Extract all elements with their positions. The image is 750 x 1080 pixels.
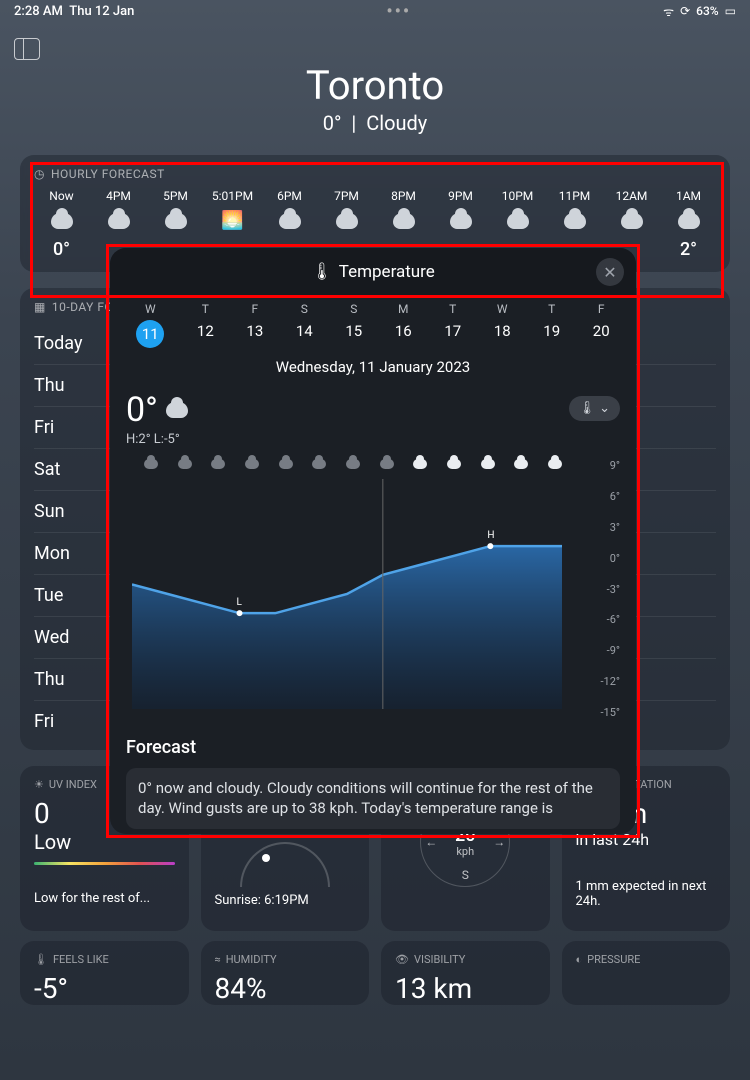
date-option[interactable]: F20 (593, 302, 610, 348)
cloud-icon (548, 459, 562, 469)
humidity-card[interactable]: ≈HUMIDITY84% (201, 941, 370, 1005)
cloud-icon (166, 402, 188, 418)
cloud-icon (678, 213, 700, 229)
orientation-lock-icon: ⟳ (680, 4, 690, 18)
sun-arc (240, 842, 330, 887)
cloud-icon (393, 213, 415, 229)
selected-date: Wednesday, 11 January 2023 (110, 354, 636, 384)
stats-row-2: 🌡FEELS LIKE-5° ≈HUMIDITY84% 👁VISIBILITY1… (20, 941, 730, 1005)
wifi-icon: ᯤ (663, 3, 674, 20)
date-selector[interactable]: W11 T12 F13 S14 S15 M16 T17 W18 T19 F20 (110, 296, 636, 354)
date-option[interactable]: T17 (444, 302, 461, 348)
location-header: Toronto 0° | Cloudy (0, 62, 750, 135)
close-button[interactable]: ✕ (596, 258, 624, 286)
cloud-icon (211, 459, 225, 469)
temperature-chart[interactable]: 9°6°3°0°-3°-6°-9°-12°-15° H L (126, 459, 620, 719)
cloud-icon (380, 459, 394, 469)
cloud-icon (144, 459, 158, 469)
visibility-card[interactable]: 👁VISIBILITY13 km (381, 941, 550, 1005)
battery-percent: 63% (696, 4, 718, 18)
cloud-icon (279, 459, 293, 469)
cloud-icon (514, 459, 528, 469)
forecast-text: 0° now and cloudy. Cloudy conditions wil… (126, 768, 620, 829)
city-name: Toronto (0, 62, 750, 109)
date-option[interactable]: F13 (246, 302, 263, 348)
cloud-icon (450, 213, 472, 229)
date-option[interactable]: S14 (296, 302, 313, 348)
cloud-icon (413, 459, 427, 469)
svg-text:H: H (487, 530, 494, 541)
status-time: 2:28 AM (14, 4, 63, 19)
clock-icon: ◷ (34, 167, 45, 181)
temperature-detail-modal: 🌡 Temperature ✕ W11 T12 F13 S14 S15 M16 T17 W18… (110, 248, 636, 834)
sun-icon: ☀ (34, 778, 44, 791)
cloud-icon (481, 459, 495, 469)
date-option[interactable]: T19 (543, 302, 560, 348)
cloud-icon (507, 213, 529, 229)
date-option[interactable]: M16 (395, 302, 412, 348)
multitask-icon[interactable]: ••• (386, 7, 411, 16)
cloud-icon (312, 459, 326, 469)
high-low: H:2° L:-5° (126, 432, 620, 447)
feels-like-card[interactable]: 🌡FEELS LIKE-5° (20, 941, 189, 1005)
current-temp: 0° (126, 390, 158, 430)
pressure-card[interactable]: ◐PRESSURE (562, 941, 731, 1005)
battery-icon: ▭ (725, 4, 736, 18)
cloud-icon (108, 213, 130, 229)
modal-header: 🌡 Temperature ✕ (110, 248, 636, 296)
date-option[interactable]: W18 (494, 302, 511, 348)
forecast-heading: Forecast (126, 737, 620, 758)
cloud-icon (447, 459, 461, 469)
status-date: Thu 12 Jan (69, 4, 134, 19)
date-option[interactable]: S15 (345, 302, 362, 348)
cloud-icon (346, 459, 360, 469)
cloud-icon (621, 213, 643, 229)
thermometer-icon: 🌡 (34, 953, 48, 966)
sunset-icon: 🌅 (221, 213, 243, 229)
modal-title: Temperature (339, 262, 435, 282)
metric-toggle[interactable]: 🌡 ⌄ (569, 396, 620, 421)
cloud-icon (178, 459, 192, 469)
sidebar-toggle-button[interactable] (14, 38, 40, 60)
eye-icon: 👁 (395, 953, 409, 966)
hour-column[interactable]: Now0° (34, 189, 89, 260)
calendar-icon: ▦ (34, 300, 46, 314)
cloud-icon (165, 213, 187, 229)
date-option[interactable]: W11 (136, 302, 164, 348)
chevron-down-icon: ⌄ (599, 401, 610, 416)
cloud-icon (279, 213, 301, 229)
svg-text:L: L (237, 597, 243, 608)
thermometer-icon: 🌡 (311, 262, 333, 282)
status-bar: 2:28 AM Thu 12 Jan ••• ᯤ ⟳ 63% ▭ (0, 0, 750, 22)
date-option[interactable]: T12 (197, 302, 214, 348)
humidity-icon: ≈ (215, 953, 221, 966)
cloud-icon (336, 213, 358, 229)
uv-scale (34, 862, 175, 865)
cloud-icon (245, 459, 259, 469)
cloud-icon (51, 213, 73, 229)
cloud-icon (564, 213, 586, 229)
hour-column[interactable]: 1AM2° (661, 189, 716, 260)
gauge-icon: ◐ (576, 953, 583, 966)
